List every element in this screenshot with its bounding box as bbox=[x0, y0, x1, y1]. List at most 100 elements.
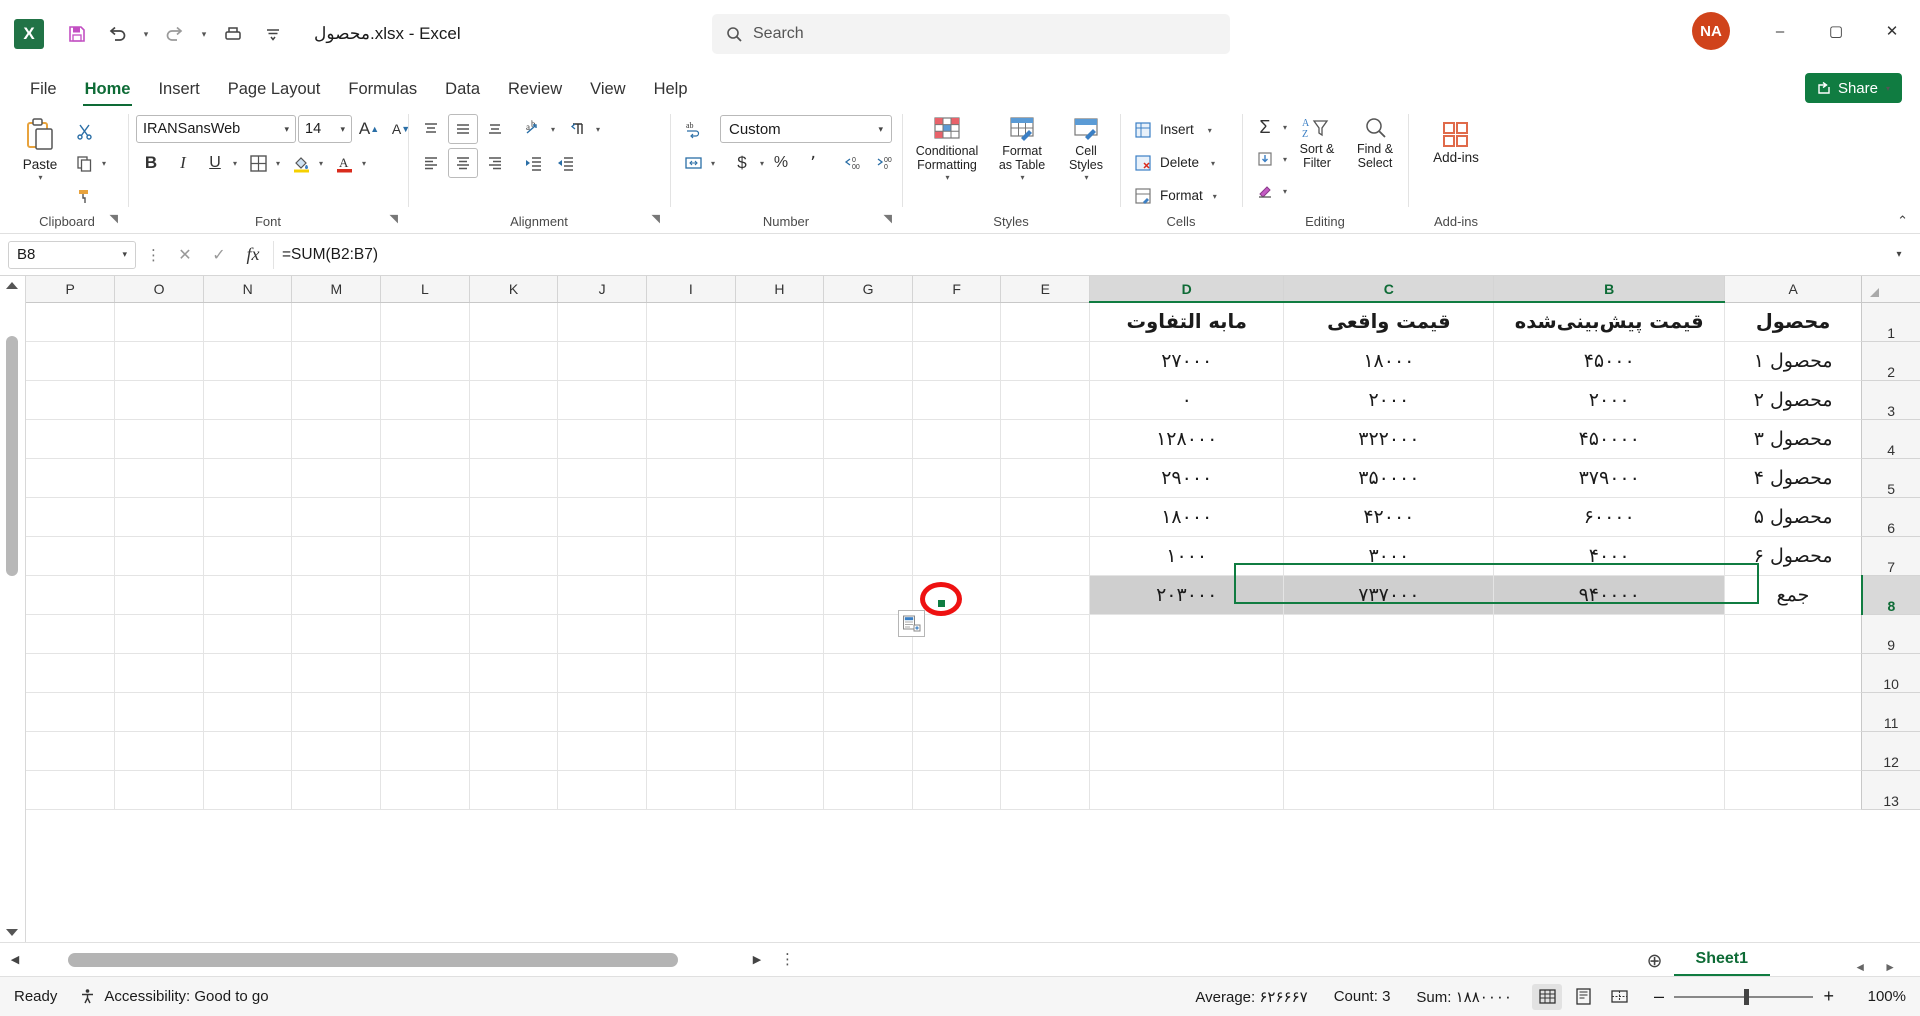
orientation-icon[interactable]: ab bbox=[518, 114, 548, 144]
increase-indent-icon[interactable] bbox=[550, 148, 580, 178]
conditional-formatting-button[interactable]: Conditional Formatting ▾ bbox=[910, 112, 984, 186]
cell-O11[interactable] bbox=[115, 692, 204, 731]
cell-O6[interactable] bbox=[115, 497, 204, 536]
cell-E13[interactable] bbox=[1001, 770, 1090, 809]
cell-N2[interactable] bbox=[203, 341, 292, 380]
normal-view-icon[interactable] bbox=[1532, 984, 1562, 1010]
cell-G5[interactable] bbox=[824, 458, 913, 497]
cell-K11[interactable] bbox=[469, 692, 558, 731]
tab-page-layout[interactable]: Page Layout bbox=[214, 72, 335, 106]
cell-G7[interactable] bbox=[824, 536, 913, 575]
cell-D9[interactable] bbox=[1090, 614, 1284, 653]
cell-L5[interactable] bbox=[381, 458, 470, 497]
cell-B13[interactable] bbox=[1494, 770, 1725, 809]
cell-O13[interactable] bbox=[115, 770, 204, 809]
cell-J13[interactable] bbox=[558, 770, 647, 809]
orientation-caret-icon[interactable]: ▾ bbox=[551, 125, 555, 134]
cell-D7[interactable]: ۱۰۰۰ bbox=[1090, 536, 1284, 575]
cell-E4[interactable] bbox=[1001, 419, 1090, 458]
tab-insert[interactable]: Insert bbox=[144, 72, 213, 106]
formula-input[interactable]: =SUM(B2:B7) bbox=[273, 241, 1880, 269]
vertical-scroll-track[interactable] bbox=[4, 300, 20, 918]
column-header-A[interactable]: A bbox=[1725, 276, 1862, 302]
cell-I10[interactable] bbox=[646, 653, 735, 692]
decrease-decimal-icon[interactable]: 000 bbox=[868, 148, 898, 178]
cell-F6[interactable] bbox=[912, 497, 1001, 536]
row-header-3[interactable]: 3 bbox=[1862, 380, 1920, 419]
cell-L7[interactable] bbox=[381, 536, 470, 575]
align-top-icon[interactable] bbox=[416, 114, 446, 144]
cell-M10[interactable] bbox=[292, 653, 381, 692]
row-header-4[interactable]: 4 bbox=[1862, 419, 1920, 458]
fill-color-icon[interactable] bbox=[286, 148, 316, 178]
currency-format-icon[interactable]: $ bbox=[727, 148, 757, 178]
cell-G1[interactable] bbox=[824, 302, 913, 341]
bold-button[interactable]: B bbox=[136, 148, 166, 178]
clear-icon[interactable] bbox=[1250, 176, 1280, 206]
cell-M13[interactable] bbox=[292, 770, 381, 809]
cell-L8[interactable] bbox=[381, 575, 470, 614]
cell-F10[interactable] bbox=[912, 653, 1001, 692]
cell-H10[interactable] bbox=[735, 653, 824, 692]
column-header-K[interactable]: K bbox=[469, 276, 558, 302]
copy-icon[interactable] bbox=[69, 148, 99, 178]
row-header-6[interactable]: 6 bbox=[1862, 497, 1920, 536]
cell-E8[interactable] bbox=[1001, 575, 1090, 614]
cell-F5[interactable] bbox=[912, 458, 1001, 497]
cell-G4[interactable] bbox=[824, 419, 913, 458]
cell-C13[interactable] bbox=[1284, 770, 1494, 809]
cell-K7[interactable] bbox=[469, 536, 558, 575]
cell-H8[interactable] bbox=[735, 575, 824, 614]
cell-D10[interactable] bbox=[1090, 653, 1284, 692]
cell-N1[interactable] bbox=[203, 302, 292, 341]
cell-O4[interactable] bbox=[115, 419, 204, 458]
cell-I4[interactable] bbox=[646, 419, 735, 458]
cell-F11[interactable] bbox=[912, 692, 1001, 731]
cell-D13[interactable] bbox=[1090, 770, 1284, 809]
zoom-slider[interactable]: – + bbox=[1654, 986, 1834, 1007]
cell-B2[interactable]: ۴۵۰۰۰ bbox=[1494, 341, 1725, 380]
cell-G3[interactable] bbox=[824, 380, 913, 419]
cell-G13[interactable] bbox=[824, 770, 913, 809]
customize-qat-icon[interactable] bbox=[254, 15, 292, 53]
tab-home[interactable]: Home bbox=[71, 72, 145, 106]
cancel-icon[interactable]: ✕ bbox=[171, 241, 199, 269]
cell-B7[interactable]: ۴۰۰۰ bbox=[1494, 536, 1725, 575]
cell-G10[interactable] bbox=[824, 653, 913, 692]
cell-P13[interactable] bbox=[26, 770, 115, 809]
cell-G8[interactable] bbox=[824, 575, 913, 614]
redo-dropdown-icon[interactable]: ▾ bbox=[196, 15, 212, 53]
row-header-12[interactable]: 12 bbox=[1862, 731, 1920, 770]
cell-D1[interactable]: مابه التفاوت bbox=[1090, 302, 1284, 341]
insert-cells-button[interactable]: Insert ▾ bbox=[1128, 115, 1217, 145]
cell-L11[interactable] bbox=[381, 692, 470, 731]
cell-N6[interactable] bbox=[203, 497, 292, 536]
cell-J5[interactable] bbox=[558, 458, 647, 497]
find-select-button[interactable]: Find & Select bbox=[1347, 112, 1403, 175]
fill-color-caret-icon[interactable]: ▾ bbox=[319, 159, 323, 168]
cell-P5[interactable] bbox=[26, 458, 115, 497]
cell-N9[interactable] bbox=[203, 614, 292, 653]
cell-O12[interactable] bbox=[115, 731, 204, 770]
tab-formulas[interactable]: Formulas bbox=[334, 72, 431, 106]
confirm-icon[interactable]: ✓ bbox=[205, 241, 233, 269]
insert-caret-icon[interactable]: ▾ bbox=[1208, 126, 1212, 135]
clear-caret-icon[interactable]: ▾ bbox=[1283, 187, 1287, 196]
cell-P10[interactable] bbox=[26, 653, 115, 692]
number-format-caret-icon[interactable]: ▾ bbox=[878, 124, 883, 135]
autosum-icon[interactable]: Σ bbox=[1250, 112, 1280, 142]
row-header-9[interactable]: 9 bbox=[1862, 614, 1920, 653]
cell-D3[interactable]: ۰ bbox=[1090, 380, 1284, 419]
row-header-2[interactable]: 2 bbox=[1862, 341, 1920, 380]
minimize-button[interactable]: – bbox=[1752, 0, 1808, 62]
cell-J11[interactable] bbox=[558, 692, 647, 731]
cell-F3[interactable] bbox=[912, 380, 1001, 419]
name-box-caret-icon[interactable]: ▾ bbox=[122, 249, 127, 260]
format-caret-icon[interactable]: ▾ bbox=[1213, 192, 1217, 201]
format-cells-button[interactable]: Format ▾ bbox=[1128, 181, 1217, 211]
number-dialog-launcher-icon[interactable]: ◥ bbox=[884, 208, 892, 230]
column-header-O[interactable]: O bbox=[115, 276, 204, 302]
zoom-in-button[interactable]: + bbox=[1823, 986, 1834, 1007]
column-header-B[interactable]: B bbox=[1494, 276, 1725, 302]
redo-icon[interactable] bbox=[156, 15, 194, 53]
